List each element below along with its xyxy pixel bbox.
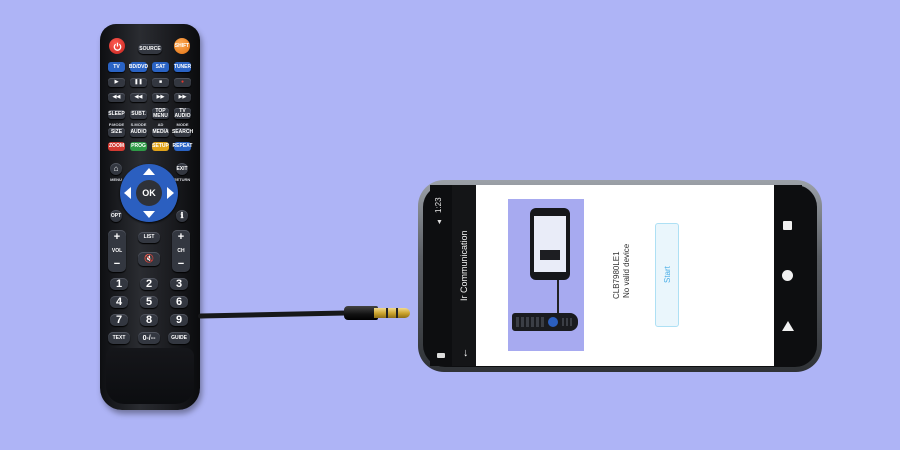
channel-rocker[interactable]: + CH − <box>172 230 190 272</box>
sleep-button[interactable]: SLEEP <box>108 110 125 119</box>
navigation-bar <box>774 185 802 366</box>
repeat-button[interactable]: REPEAT <box>173 142 192 151</box>
ad-label: AD <box>157 122 164 127</box>
back-icon[interactable]: ← <box>459 348 471 359</box>
zero-button[interactable]: 0-/-- <box>138 332 160 344</box>
exit-button[interactable]: EXIT <box>176 163 188 175</box>
right-arrow-icon[interactable] <box>167 187 174 199</box>
forward-button[interactable]: ▶▶ <box>152 93 169 102</box>
audio-jack-ring <box>386 308 388 318</box>
back-nav-icon[interactable] <box>782 321 794 331</box>
record-button[interactable]: ● <box>174 78 191 87</box>
play-button[interactable]: ▶ <box>108 78 125 87</box>
menu-button[interactable]: ⌂ <box>110 163 122 175</box>
down-arrow-icon[interactable] <box>143 211 155 218</box>
ok-button[interactable]: OK <box>136 180 162 206</box>
media-button[interactable]: MEDIA <box>152 128 169 137</box>
digit-3-button[interactable]: 3 <box>170 278 188 290</box>
up-arrow-icon[interactable] <box>143 168 155 175</box>
audio-jack-ring <box>396 308 398 318</box>
digit-4-button[interactable]: 4 <box>110 296 128 308</box>
audio-jack-housing <box>344 306 378 320</box>
digit-5-button[interactable]: 5 <box>140 296 158 308</box>
device-status: No valid device <box>622 243 631 298</box>
subt-button[interactable]: SUBT. <box>130 110 147 119</box>
back-icon: ◀◀ <box>134 94 143 100</box>
zoom-button[interactable]: ZOOM <box>108 142 125 151</box>
search-button[interactable]: SEARCH <box>172 128 193 137</box>
wifi-icon: ▼ <box>436 219 443 226</box>
pause-icon: ❚❚ <box>134 79 143 85</box>
forward-icon: ▶▶ <box>156 94 165 100</box>
stop-button[interactable]: ■ <box>152 78 169 87</box>
rewind-icon: ◀◀ <box>112 94 121 100</box>
battery-icon <box>437 353 445 358</box>
digit-2-button[interactable]: 2 <box>140 278 158 290</box>
pause-button[interactable]: ❚❚ <box>130 78 147 87</box>
smode-label: S.MODE <box>130 122 147 127</box>
source-button[interactable]: SOURCE <box>138 44 162 54</box>
shift-button[interactable]: SHIFT <box>174 38 190 54</box>
volume-up-icon[interactable]: + <box>114 232 120 243</box>
audio-button[interactable]: AUDIO <box>130 128 147 137</box>
illustration-cable <box>557 280 559 314</box>
ir-remote-control: SOURCE SHIFT TV BD/DVD SAT TUNER ▶ ❚❚ ■ … <box>100 24 200 410</box>
digit-1-button[interactable]: 1 <box>110 278 128 290</box>
digit-9-button[interactable]: 9 <box>170 314 188 326</box>
volume-rocker[interactable]: + VOL − <box>108 230 126 272</box>
info-button[interactable]: ℹ <box>176 210 188 222</box>
digit-7-button[interactable]: 7 <box>110 314 128 326</box>
left-arrow-icon[interactable] <box>124 187 131 199</box>
guide-button[interactable]: GUIDE <box>168 332 190 344</box>
illustration-phone-screen <box>534 216 566 272</box>
recents-icon[interactable] <box>783 221 792 230</box>
channel-label: CH <box>177 247 185 254</box>
rewind-button[interactable]: ◀◀ <box>108 93 125 102</box>
illustration-remote <box>512 313 578 331</box>
mute-icon: 🔇 <box>144 254 154 263</box>
size-button[interactable]: SIZE <box>108 128 125 137</box>
app-title: Ir Communication <box>459 230 469 301</box>
volume-label: VOL <box>111 247 123 254</box>
list-button[interactable]: LIST <box>138 232 160 243</box>
volume-down-icon[interactable]: − <box>114 259 120 270</box>
top-menu-button[interactable]: TOP MENU <box>152 108 169 119</box>
pmode-label: P.MODE <box>108 122 125 127</box>
sat-button[interactable]: SAT <box>152 62 169 72</box>
setup-button[interactable]: SETUP <box>152 142 169 151</box>
app-toolbar: ← Ir Communication <box>452 185 476 366</box>
audio-jack-plug <box>374 308 410 318</box>
power-button[interactable] <box>109 38 125 54</box>
record-icon: ● <box>180 79 185 85</box>
text-button[interactable]: TEXT <box>108 332 130 344</box>
fast-forward-icon: ▶▶ <box>178 94 187 100</box>
tuner-button[interactable]: TUNER <box>174 62 191 72</box>
home-icon: ⌂ <box>113 164 119 173</box>
play-icon: ▶ <box>114 79 119 85</box>
back-button[interactable]: ◀◀ <box>130 93 147 102</box>
info-icon: ℹ <box>180 211 184 220</box>
stop-icon: ■ <box>158 79 163 85</box>
mute-button[interactable]: 🔇 <box>138 252 160 266</box>
fast-forward-button[interactable]: ▶▶ <box>174 93 191 102</box>
start-button-label[interactable]: Start <box>663 266 672 283</box>
status-bar: 1:23 ▼ <box>430 185 452 366</box>
digit-6-button[interactable]: 6 <box>170 296 188 308</box>
bd-dvd-button[interactable]: BD/DVD <box>129 62 148 72</box>
tv-audio-button[interactable]: TV AUDIO <box>174 108 191 119</box>
tv-button[interactable]: TV <box>108 62 125 72</box>
audio-cable <box>197 310 349 319</box>
digit-8-button[interactable]: 8 <box>140 314 158 326</box>
channel-down-icon[interactable]: − <box>178 259 184 270</box>
navigation-dpad[interactable]: OK <box>120 164 178 222</box>
power-icon <box>113 42 121 51</box>
mode-label: MODE <box>176 122 189 127</box>
opt-button[interactable]: OPT <box>110 210 122 222</box>
device-name: CLB7980LE1 <box>612 251 621 299</box>
remote-grip <box>106 348 194 404</box>
prog-button[interactable]: PROG <box>130 142 147 151</box>
status-time: 1:23 <box>434 197 443 213</box>
channel-up-icon[interactable]: + <box>178 232 184 243</box>
home-button-icon[interactable] <box>782 270 793 281</box>
